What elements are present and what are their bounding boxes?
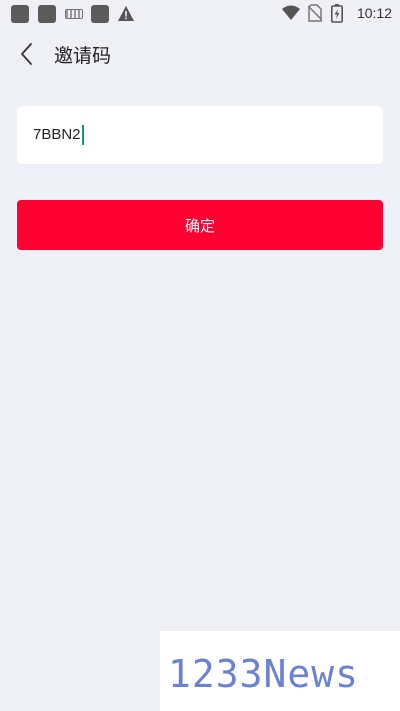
chevron-left-icon	[21, 43, 32, 65]
back-button[interactable]	[14, 40, 42, 68]
app-notification-icon	[91, 5, 109, 23]
confirm-button-label: 确定	[184, 216, 215, 235]
no-sim-icon	[308, 4, 322, 22]
confirm-button[interactable]: 确定	[17, 200, 383, 250]
battery-charging-icon	[331, 4, 343, 23]
page-title: 邀请码	[54, 45, 112, 67]
watermark-logo: 1233News	[168, 652, 359, 696]
invite-code-field[interactable]: 7BBN2	[17, 106, 383, 164]
svg-text:1233News: 1233News	[168, 652, 359, 696]
warning-icon	[118, 6, 134, 21]
keyboard-icon	[65, 9, 83, 19]
status-bar: 10:12	[0, 0, 400, 28]
header: 邀请码	[0, 30, 400, 78]
status-time: 10:12	[356, 5, 392, 21]
text-cursor	[81, 125, 84, 145]
app-notification-icon	[38, 5, 56, 23]
invite-code-value: 7BBN2	[33, 126, 81, 143]
wifi-icon	[282, 5, 300, 20]
invite-code-input[interactable]: 7BBN2	[33, 106, 84, 164]
app-notification-icon	[11, 5, 29, 23]
watermark: 1233News	[160, 631, 400, 711]
